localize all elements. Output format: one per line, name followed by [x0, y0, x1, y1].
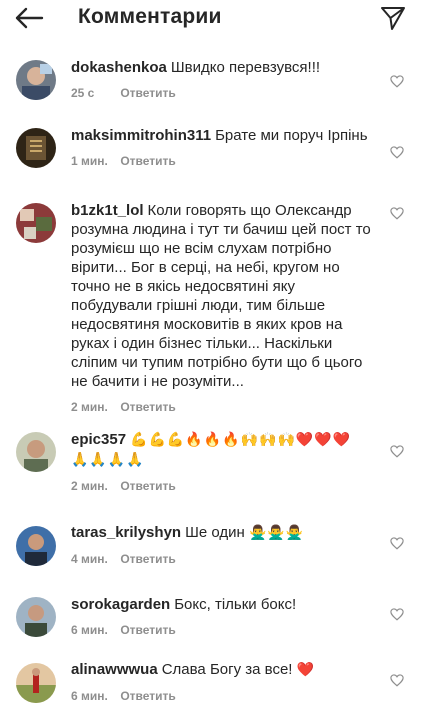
comment-item: b1zk1t_lol Коли говорять що Олександр роз… [0, 195, 428, 428]
heart-icon[interactable] [390, 674, 404, 687]
comment-username[interactable]: sorokagarden [71, 596, 170, 613]
avatar[interactable] [16, 60, 56, 100]
comment-time: 2 мин. [71, 479, 108, 493]
avatar[interactable] [16, 526, 56, 566]
comment-text: Бокс, тільки бокс! [174, 596, 297, 613]
arrow-left-icon [15, 7, 44, 29]
comment-text: Ше один [185, 524, 245, 541]
reply-button[interactable]: Ответить [120, 154, 175, 168]
comments-list: dokashenkoa Швидко перевзувся!!! 25 c Отв… [0, 48, 428, 713]
comment-emoji: 💪💪💪🔥🔥🔥🙌🙌🙌❤️❤️❤️ [130, 432, 352, 448]
comment-time: 6 мин. [71, 623, 108, 637]
reply-button[interactable]: Ответить [120, 400, 175, 414]
share-button[interactable] [380, 5, 406, 31]
heart-icon[interactable] [390, 608, 404, 621]
comment-item: epic357 💪💪💪🔥🔥🔥🙌🙌🙌❤️❤️❤️ 🙏🙏🙏🙏 2 мин. Ответ… [0, 428, 428, 521]
comment-time: 1 мин. [71, 154, 108, 168]
back-button[interactable] [14, 6, 44, 30]
header: Комментарии [0, 0, 428, 36]
comment-username[interactable]: epic357 [71, 431, 126, 448]
reply-button[interactable]: Ответить [120, 623, 175, 637]
comment-username[interactable]: b1zk1t_lol [71, 202, 144, 219]
comment-time: 2 мин. [71, 400, 108, 414]
avatar[interactable] [16, 203, 56, 243]
heart-icon[interactable] [390, 75, 404, 88]
comment-item: maksimmitrohin311 Брате ми поруч Ірпінь 1… [0, 120, 428, 195]
comment-time: 25 c [71, 86, 95, 100]
comment-username[interactable]: dokashenkoa [71, 59, 167, 76]
comment-text: Коли говорять що Олександр розумна людин… [71, 202, 371, 390]
reply-button[interactable]: Ответить [120, 689, 175, 703]
heart-icon[interactable] [390, 537, 404, 550]
page-title: Комментарии [78, 5, 222, 28]
heart-icon[interactable] [390, 207, 404, 220]
reply-button[interactable]: Ответить [120, 86, 175, 100]
avatar[interactable] [16, 432, 56, 472]
heart-icon[interactable] [390, 146, 404, 159]
comment-item: sorokagarden Бокс, тільки бокс! 6 мин. От… [0, 592, 428, 659]
reply-button[interactable]: Ответить [120, 479, 175, 493]
avatar[interactable] [16, 128, 56, 168]
comment-text: Слава Богу за все! [161, 661, 293, 678]
comment-username[interactable]: alinawwwua [71, 661, 158, 678]
comment-emoji: ❤️ [296, 662, 316, 678]
comment-username[interactable]: maksimmitrohin311 [71, 127, 211, 144]
avatar[interactable] [16, 663, 56, 703]
comment-item: alinawwwua Слава Богу за все! ❤️ 6 мин. О… [0, 659, 428, 713]
comment-text: Брате ми поруч Ірпінь [215, 127, 368, 144]
comment-text: Швидко перевзувся!!! [170, 59, 321, 76]
comment-username[interactable]: taras_krilyshyn [71, 524, 181, 541]
comment-time: 6 мин. [71, 689, 108, 703]
heart-icon[interactable] [390, 445, 404, 458]
paper-plane-icon [381, 7, 405, 30]
comment-item: taras_krilyshyn Ше один 🙅‍♂️🙅‍♂️🙅‍♂️ 4 ми… [0, 521, 428, 592]
comment-emoji: 🙏🙏🙏🙏 [71, 452, 145, 468]
comment-emoji: 🙅‍♂️🙅‍♂️🙅‍♂️ [248, 525, 305, 541]
reply-button[interactable]: Ответить [120, 552, 175, 566]
comment-time: 4 мин. [71, 552, 108, 566]
comment-item: dokashenkoa Швидко перевзувся!!! 25 c Отв… [0, 48, 428, 120]
avatar[interactable] [16, 597, 56, 637]
